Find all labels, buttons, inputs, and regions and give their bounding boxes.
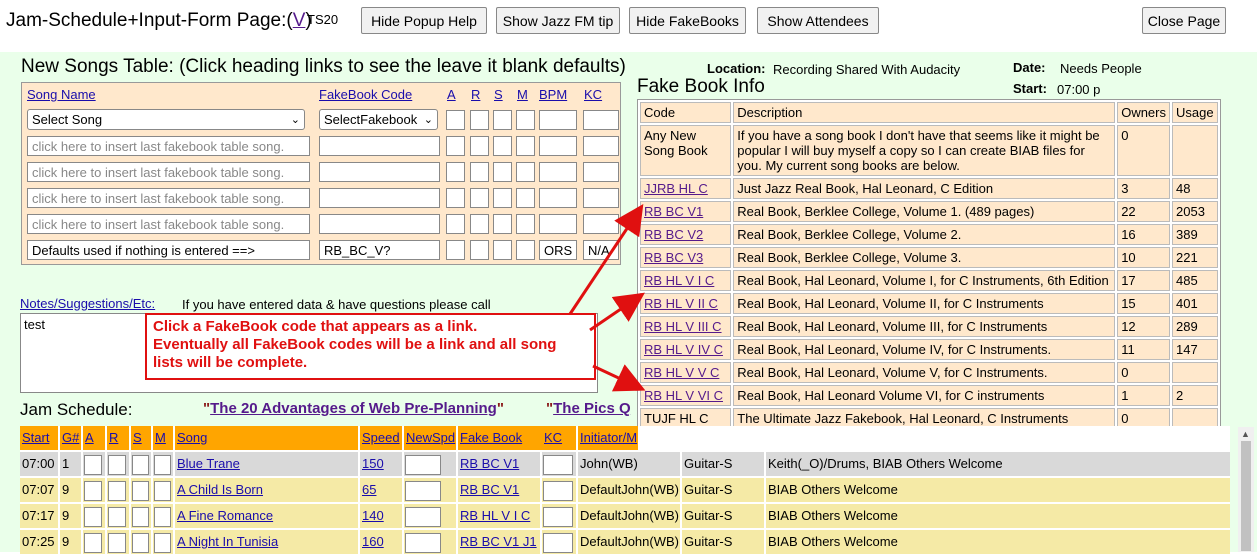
jam-r-input[interactable] [108, 507, 126, 527]
jam-instrument: Guitar-S [682, 530, 764, 554]
arrow-to-rb-bc-v1 [568, 204, 644, 315]
jam-header-s[interactable]: S [131, 426, 151, 450]
jam-start: 07:00 [20, 452, 58, 476]
pics-link[interactable]: "The Pics Q [546, 400, 631, 417]
jam-r-input[interactable] [108, 481, 126, 501]
jam-fakebook-link[interactable]: RB BC V1 [458, 478, 540, 502]
jam-group: 9 [60, 530, 81, 554]
jam-header-song[interactable]: Song [175, 426, 358, 450]
jam-notes: Keith(_O)/Drums, BIAB Others Welcome [766, 452, 1230, 476]
jam-kc-input[interactable] [543, 533, 573, 553]
jam-row: 07:25 9 A Night In Tunisia 160 RB BC V1 J1 De… [20, 530, 1230, 554]
jam-start: 07:17 [20, 504, 58, 528]
jam-header-newspd[interactable]: NewSpd [404, 426, 456, 450]
jam-r-input[interactable] [108, 455, 126, 475]
jam-fakebook-link[interactable]: RB BC V1 J1 [458, 530, 540, 554]
jam-fakebook-link[interactable]: RB HL V I C [458, 504, 540, 528]
jam-speed-link[interactable]: 150 [360, 452, 402, 476]
jam-header-start[interactable]: Start [20, 426, 58, 450]
jam-start: 07:25 [20, 530, 58, 554]
jam-schedule-table: Start G# A R S M Song Speed NewSpd Fake … [20, 426, 1230, 554]
arrow-to-rb-hl-v-vi-c [592, 364, 646, 392]
jam-song-link[interactable]: A Night In Tunisia [175, 530, 358, 554]
jam-newspd-input[interactable] [405, 455, 441, 475]
jam-kc-input[interactable] [543, 507, 573, 527]
jam-s-input[interactable] [132, 507, 149, 527]
jam-m-input[interactable] [154, 481, 171, 501]
vertical-scrollbar[interactable] [1238, 427, 1254, 552]
jam-notes: BIAB Others Welcome [766, 530, 1230, 554]
jam-header-m[interactable]: M [153, 426, 173, 450]
jam-speed-link[interactable]: 160 [360, 530, 402, 554]
jam-initiator: John(WB) [578, 452, 680, 476]
jam-row: 07:00 1 Blue Trane 150 RB BC V1 John(WB) Guita… [20, 452, 1230, 476]
jam-initiator: DefaultJohn(WB) [578, 504, 680, 528]
jam-m-input[interactable] [154, 533, 171, 553]
jam-m-input[interactable] [154, 507, 171, 527]
advantages-link[interactable]: "The 20 Advantages of Web Pre-Planning" [203, 400, 504, 417]
jam-initiator: DefaultJohn(WB) [578, 530, 680, 554]
jam-header-fakebook[interactable]: Fake Book [458, 426, 542, 450]
jam-fakebook-link[interactable]: RB BC V1 [458, 452, 540, 476]
jam-kc-input[interactable] [543, 455, 573, 475]
jam-notes: BIAB Others Welcome [766, 504, 1230, 528]
jam-newspd-input[interactable] [405, 481, 441, 501]
scrollbar-thumb[interactable] [1241, 441, 1251, 551]
jam-s-input[interactable] [132, 481, 149, 501]
jam-speed-link[interactable]: 65 [360, 478, 402, 502]
jam-initiator: DefaultJohn(WB) [578, 478, 680, 502]
jam-a-input[interactable] [84, 507, 102, 527]
jam-s-input[interactable] [132, 533, 149, 553]
jam-instrument: Guitar-S [682, 504, 764, 528]
jam-instrument: Guitar-S [682, 452, 764, 476]
jam-instrument: Guitar-S [682, 478, 764, 502]
jam-header-r[interactable]: R [107, 426, 129, 450]
scroll-up-arrow-icon[interactable]: ▲ [1241, 429, 1250, 439]
jam-notes: BIAB Others Welcome [766, 478, 1230, 502]
jam-newspd-input[interactable] [405, 507, 441, 527]
arrow-to-rb-hl-v-ii-c [589, 292, 645, 332]
jam-r-input[interactable] [108, 533, 126, 553]
jam-kc-input[interactable] [543, 481, 573, 501]
jam-row: 07:17 9 A Fine Romance 140 RB HL V I C Defaul… [20, 504, 1230, 528]
jam-header-g[interactable]: G# [60, 426, 81, 450]
jam-newspd-input[interactable] [405, 533, 441, 553]
jam-song-link[interactable]: A Fine Romance [175, 504, 358, 528]
jam-speed-link[interactable]: 140 [360, 504, 402, 528]
jam-start: 07:07 [20, 478, 58, 502]
jam-song-link[interactable]: Blue Trane [175, 452, 358, 476]
jam-s-input[interactable] [132, 455, 149, 475]
jam-schedule-title: Jam Schedule: [20, 400, 133, 419]
jam-header-kc[interactable]: KC [542, 426, 576, 450]
jam-group: 9 [60, 478, 81, 502]
jam-header-initiator[interactable]: Initiator/M [578, 426, 638, 450]
jam-a-input[interactable] [84, 481, 102, 501]
jam-group: 9 [60, 504, 81, 528]
jam-m-input[interactable] [154, 455, 171, 475]
jam-row: 07:07 9 A Child Is Born 65 RB BC V1 DefaultJo… [20, 478, 1230, 502]
jam-a-input[interactable] [84, 455, 102, 475]
jam-header-speed[interactable]: Speed [360, 426, 402, 450]
jam-group: 1 [60, 452, 81, 476]
jam-header-a[interactable]: A [83, 426, 105, 450]
jam-a-input[interactable] [84, 533, 102, 553]
jam-song-link[interactable]: A Child Is Born [175, 478, 358, 502]
